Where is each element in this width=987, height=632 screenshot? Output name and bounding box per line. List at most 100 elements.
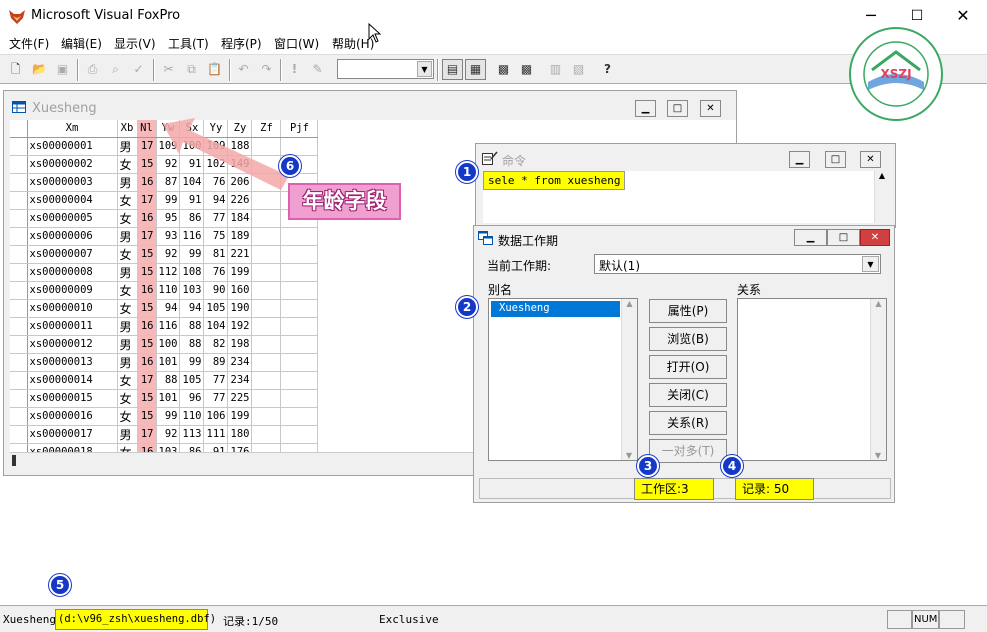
row-selector[interactable]	[10, 317, 28, 336]
cell-yw[interactable]: 88	[156, 371, 181, 390]
cell-yw[interactable]: 100	[156, 335, 181, 354]
cell-sx[interactable]: 108	[179, 263, 205, 282]
cell-xb[interactable]: 男	[117, 173, 138, 192]
report-designer-icon[interactable]: ▩	[516, 59, 537, 80]
cell-yy[interactable]: 75	[203, 227, 229, 246]
cell-zf[interactable]	[251, 209, 282, 228]
table-row[interactable]: xs00000005 女 16 95 86 77 184	[10, 209, 319, 228]
row-selector[interactable]	[10, 209, 28, 228]
cell-xm[interactable]: xs00000003	[27, 173, 118, 192]
cell-nl[interactable]: 16	[137, 209, 157, 228]
row-selector[interactable]	[10, 245, 28, 264]
close-button[interactable]: ✕	[940, 0, 986, 32]
cell-xm[interactable]: xs00000013	[27, 353, 118, 372]
cell-yw[interactable]: 110	[156, 281, 181, 300]
cell-nl[interactable]: 17	[137, 371, 157, 390]
cell-zy[interactable]: 221	[227, 245, 253, 264]
scroll-up-icon[interactable]: ▲	[875, 171, 889, 180]
close-table-button[interactable]: 关闭(C)	[649, 383, 727, 407]
cell-yy[interactable]: 77	[203, 389, 229, 408]
cell-nl[interactable]: 17	[137, 191, 157, 210]
cell-zy[interactable]: 199	[227, 407, 253, 426]
cell-xm[interactable]: xs00000005	[27, 209, 118, 228]
cell-sx[interactable]: 86	[179, 209, 205, 228]
cell-sx[interactable]: 110	[179, 407, 205, 426]
open-button[interactable]: 打开(O)	[649, 355, 727, 379]
cell-yw[interactable]: 93	[156, 227, 181, 246]
cell-xb[interactable]: 女	[117, 299, 138, 318]
cell-zf[interactable]	[251, 281, 282, 300]
cell-yw[interactable]: 92	[156, 245, 181, 264]
cell-yw[interactable]: 116	[156, 317, 181, 336]
builder-icon[interactable]: ▧	[568, 59, 589, 80]
row-selector[interactable]	[10, 227, 28, 246]
cell-sx[interactable]: 105	[179, 371, 205, 390]
table-row[interactable]: xs00000006 男 17 93 116 75 189	[10, 227, 319, 246]
cell-sx[interactable]: 88	[179, 335, 205, 354]
cell-nl[interactable]: 17	[137, 227, 157, 246]
cell-yy[interactable]: 77	[203, 371, 229, 390]
cell-zy[interactable]: 176	[227, 443, 253, 452]
cell-yy[interactable]: 105	[203, 299, 229, 318]
cell-pjf[interactable]	[280, 371, 319, 390]
scroll-up-icon[interactable]: ▲	[622, 299, 637, 308]
cell-sx[interactable]: 86	[179, 443, 205, 452]
cell-pjf[interactable]	[280, 425, 319, 444]
cell-zy[interactable]: 225	[227, 389, 253, 408]
cell-xm[interactable]: xs00000011	[27, 317, 118, 336]
print-preview-icon[interactable]: ⌕	[105, 59, 126, 80]
cell-xb[interactable]: 女	[117, 443, 138, 452]
cell-xb[interactable]: 男	[117, 335, 138, 354]
cell-sx[interactable]: 88	[179, 317, 205, 336]
cell-nl[interactable]: 16	[137, 173, 157, 192]
modify-form-icon[interactable]: ✎	[307, 59, 328, 80]
cell-sx[interactable]: 103	[179, 281, 205, 300]
table-row[interactable]: xs00000017 男 17 92 113 111 180	[10, 425, 319, 444]
browse-button[interactable]: 浏览(B)	[649, 327, 727, 351]
table-row[interactable]: xs00000016 女 15 99 110 106 199	[10, 407, 319, 426]
cell-xb[interactable]: 女	[117, 155, 138, 174]
properties-button[interactable]: 属性(P)	[649, 299, 727, 323]
cell-zy[interactable]: 160	[227, 281, 253, 300]
cell-xb[interactable]: 女	[117, 191, 138, 210]
chevron-down-icon[interactable]: ▼	[862, 256, 879, 272]
cell-yw[interactable]: 92	[156, 425, 181, 444]
cell-yy[interactable]: 82	[203, 335, 229, 354]
alias-item-xuesheng[interactable]: Xuesheng	[491, 301, 620, 317]
cell-zy[interactable]: 189	[227, 227, 253, 246]
row-selector[interactable]	[10, 155, 28, 174]
relation-list[interactable]: ▲ ▼	[737, 298, 887, 461]
row-selector[interactable]	[10, 371, 28, 390]
scroll-up-icon[interactable]: ▲	[871, 299, 886, 308]
cell-sx[interactable]: 99	[179, 353, 205, 372]
cell-xb[interactable]: 女	[117, 407, 138, 426]
cell-yw[interactable]: 103	[156, 443, 181, 452]
table-row[interactable]: xs00000009 女 16 110 103 90 160	[10, 281, 319, 300]
cell-yw[interactable]: 101	[156, 353, 181, 372]
cell-zf[interactable]	[251, 353, 282, 372]
cell-pjf[interactable]	[280, 317, 319, 336]
cell-zf[interactable]	[251, 299, 282, 318]
cell-pjf[interactable]	[280, 245, 319, 264]
cell-zf[interactable]	[251, 407, 282, 426]
cell-xb[interactable]: 男	[117, 227, 138, 246]
table-row[interactable]: xs00000018女161038691176	[10, 443, 319, 452]
cell-xm[interactable]: xs00000017	[27, 425, 118, 444]
command-input[interactable]: sele * from xuesheng	[483, 171, 883, 223]
cell-pjf[interactable]	[280, 335, 319, 354]
table-row[interactable]: xs00000012 男 15 100 88 82 198	[10, 335, 319, 354]
cell-yw[interactable]: 94	[156, 299, 181, 318]
row-selector[interactable]	[10, 425, 28, 444]
command-scrollbar[interactable]: ▲	[874, 171, 889, 223]
table-row[interactable]: xs00000015 女 15 101 96 77 225	[10, 389, 319, 408]
row-selector[interactable]	[10, 173, 28, 192]
cell-xb[interactable]: 男	[117, 137, 138, 156]
copy-icon[interactable]: ⧉	[181, 59, 202, 80]
open-folder-icon[interactable]: 📂	[29, 59, 50, 80]
row-selector[interactable]	[10, 281, 28, 300]
cell-xb[interactable]: 男	[117, 353, 138, 372]
menu-tools[interactable]: 工具(T)	[168, 35, 209, 52]
command-minimize-button[interactable]: ▁	[789, 151, 810, 168]
scroll-down-icon[interactable]: ▼	[622, 451, 636, 460]
row-selector[interactable]	[10, 137, 28, 156]
